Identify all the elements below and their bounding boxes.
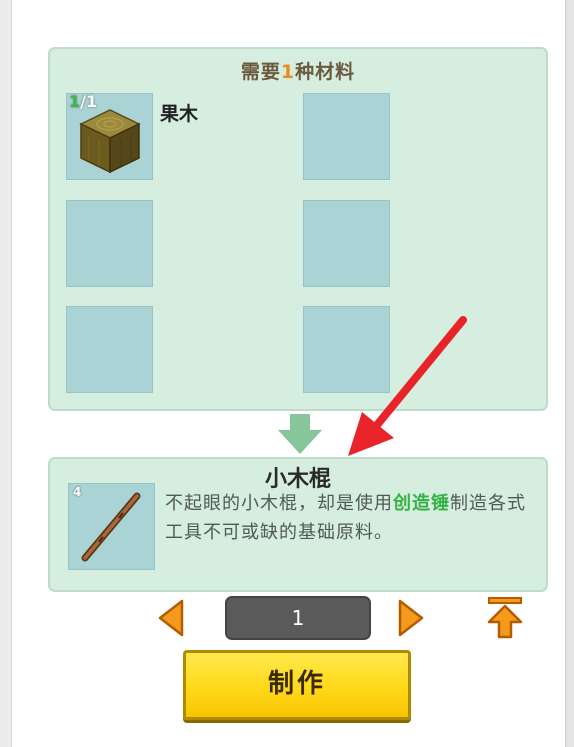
result-slot[interactable]: 4 bbox=[68, 483, 155, 570]
craft-button[interactable]: 制作 bbox=[183, 650, 411, 720]
max-quantity-icon[interactable] bbox=[486, 596, 524, 640]
material-quantity: 1/1 bbox=[69, 92, 98, 111]
material-slot-4[interactable] bbox=[303, 200, 390, 287]
material-slot-3[interactable] bbox=[66, 200, 153, 287]
result-quantity: 4 bbox=[73, 485, 82, 499]
decrease-arrow-icon[interactable] bbox=[157, 598, 185, 638]
left-frame bbox=[0, 0, 12, 747]
material-slot-1[interactable]: 1/1 bbox=[66, 92, 153, 180]
result-panel: 小木棍 4 不起眼的小木棍，却是使用创造锤制造各式工具不可或缺的基础原料。 bbox=[48, 457, 548, 592]
right-frame bbox=[565, 0, 574, 747]
material-name: 果木 bbox=[160, 103, 199, 125]
down-arrow-icon bbox=[278, 414, 322, 454]
red-annotation-arrow-icon bbox=[348, 316, 467, 456]
materials-count: 1 bbox=[280, 61, 296, 83]
highlight-link[interactable]: 创造锤 bbox=[393, 493, 450, 514]
increase-arrow-icon[interactable] bbox=[397, 598, 425, 638]
material-slot-5[interactable] bbox=[66, 306, 153, 393]
quantity-display[interactable]: 1 bbox=[225, 596, 371, 640]
result-description: 不起眼的小木棍，却是使用创造锤制造各式工具不可或缺的基础原料。 bbox=[165, 493, 526, 543]
materials-header: 需要1种材料 bbox=[240, 61, 356, 83]
wooden-stick-icon bbox=[81, 492, 141, 562]
material-slot-2[interactable] bbox=[303, 93, 390, 180]
